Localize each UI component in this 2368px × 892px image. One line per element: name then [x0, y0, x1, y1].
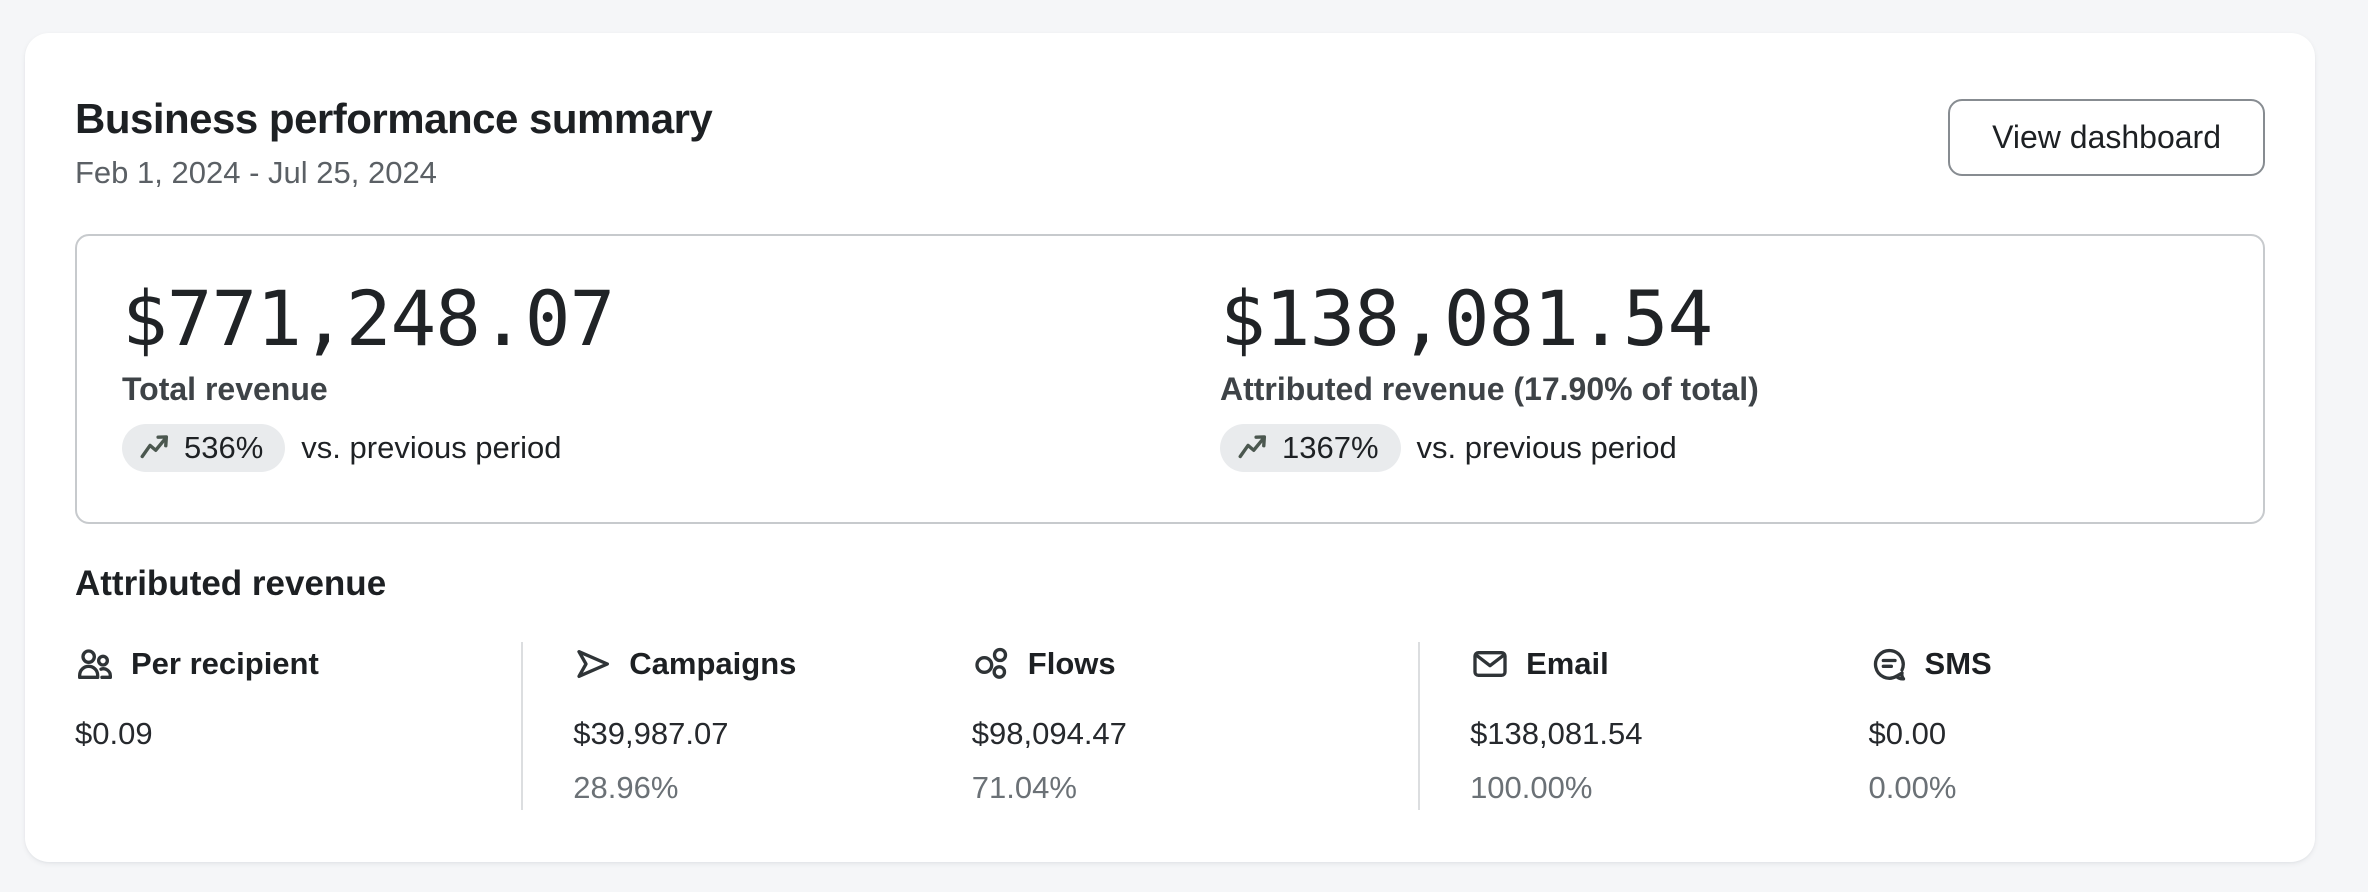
per-recipient-label: Per recipient [131, 646, 319, 682]
sms-label: SMS [1924, 646, 1992, 682]
trend-percent: 1367% [1282, 430, 1379, 466]
page-title: Business performance summary [75, 95, 713, 142]
per-recipient-value: $0.09 [75, 716, 153, 752]
trend-badge: 1367% [1220, 424, 1401, 473]
sms-icon [1873, 649, 1905, 681]
flows-percent: 71.04% [971, 770, 1077, 806]
total-revenue-trend: 536% vs. previous period [122, 424, 1170, 473]
email-column: Email $138,081.54 100.00% [1420, 640, 1868, 816]
summary-card: Business performance summary Feb 1, 2024… [25, 33, 2315, 862]
attributed-revenue-value: $138,081.54 [1220, 274, 1713, 364]
per-recipient-column: Per recipient $0.09 [75, 640, 521, 816]
campaigns-column: Campaigns $39,987.07 28.96% [523, 640, 971, 816]
view-dashboard-button[interactable]: View dashboard [1948, 99, 2265, 176]
people-icon [78, 649, 113, 680]
attributed-breakdown-row: Per recipient $0.09 Campaigns $39,987.07… [75, 640, 2265, 816]
sms-value: $0.00 [1868, 716, 1947, 752]
campaigns-value: $39,987.07 [573, 716, 729, 752]
header-titles: Business performance summary Feb 1, 2024… [75, 93, 713, 192]
card-header: Business performance summary Feb 1, 2024… [75, 93, 2265, 192]
business-performance-page: { "header": { "title": "Business perform… [0, 0, 2368, 892]
total-revenue-metric: $771,248.07 Total revenue 536% vs. previ… [122, 274, 1170, 522]
attributed-revenue-trend: 1367% vs. previous period [1220, 424, 2218, 473]
sms-column: SMS $0.00 0.00% [1869, 640, 2265, 816]
email-value: $138,081.54 [1470, 716, 1643, 752]
email-icon [1473, 651, 1507, 678]
attributed-revenue-label: Attributed revenue (17.90% of total) [1220, 370, 1759, 407]
email-percent: 100.00% [1470, 770, 1593, 806]
campaigns-label: Campaigns [629, 646, 797, 682]
attributed-revenue-metric: $138,081.54 Attributed revenue (17.90% o… [1170, 274, 2218, 522]
date-range: Feb 1, 2024 - Jul 25, 2024 [75, 154, 437, 190]
trend-comparison-text: vs. previous period [301, 430, 562, 466]
flows-icon [975, 648, 1007, 680]
sms-percent: 0.00% [1868, 770, 1957, 806]
campaigns-percent: 28.96% [573, 770, 679, 806]
flows-label: Flows [1027, 646, 1116, 682]
total-revenue-value: $771,248.07 [122, 274, 615, 364]
email-label: Email [1526, 646, 1609, 682]
trending-up-icon [1238, 435, 1267, 459]
trend-percent: 536% [184, 430, 264, 466]
flows-value: $98,094.47 [971, 716, 1127, 752]
revenue-summary-box: $771,248.07 Total revenue 536% vs. previ… [75, 234, 2265, 525]
send-icon [577, 650, 610, 679]
trending-up-icon [140, 435, 169, 459]
trend-badge: 536% [122, 424, 286, 473]
total-revenue-label: Total revenue [122, 370, 328, 407]
trend-comparison-text: vs. previous period [1416, 430, 1677, 466]
flows-column: Flows $98,094.47 71.04% [972, 640, 1418, 816]
attributed-revenue-heading: Attributed revenue [75, 564, 387, 604]
